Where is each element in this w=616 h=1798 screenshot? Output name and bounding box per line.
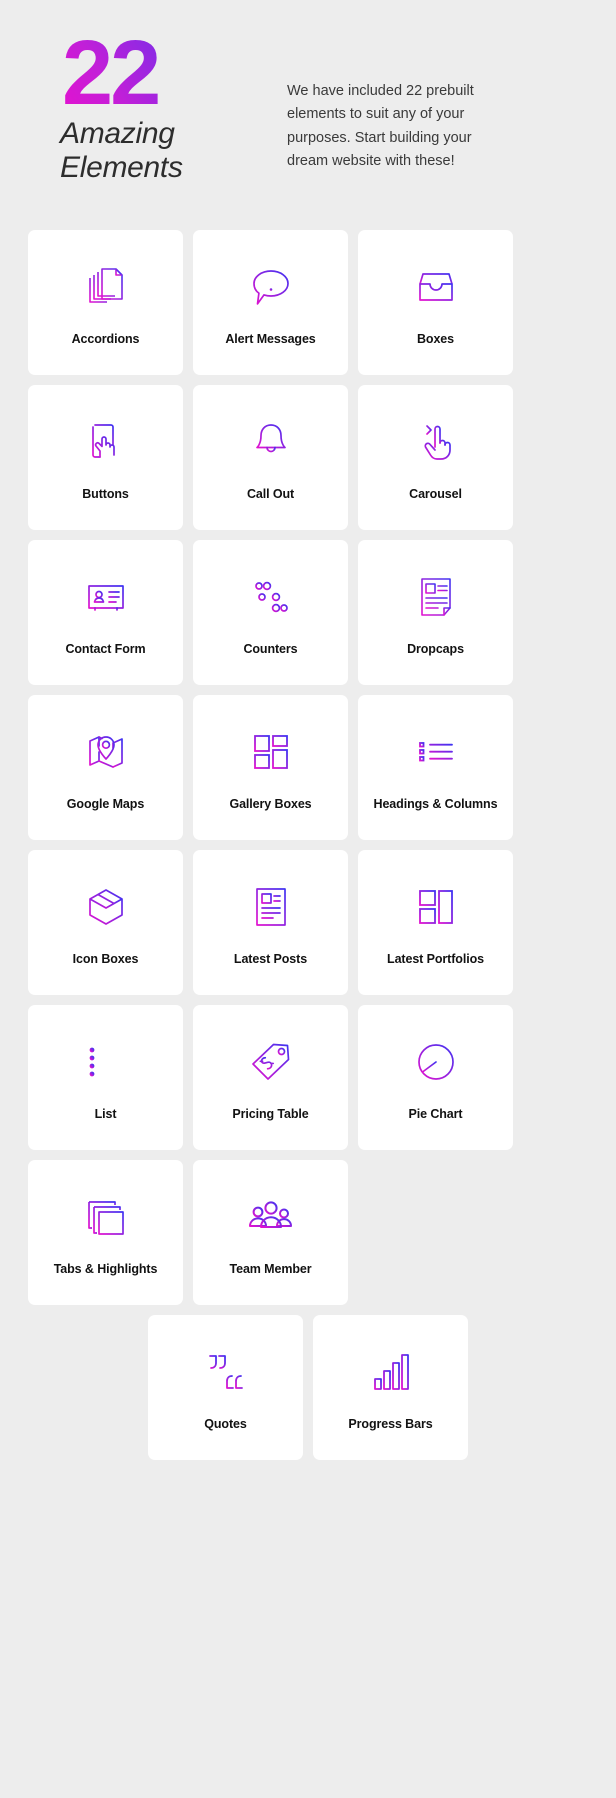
layout-blocks-icon [409,880,463,934]
element-card-label: Call Out [246,486,295,501]
element-card-call-out[interactable]: Call Out [193,385,348,530]
hero-left-column: 22 Amazing Elements [60,27,235,185]
stacked-squares-icon [79,1190,133,1244]
element-card-label: Latest Posts [233,951,308,966]
sliders-icon [244,570,298,624]
page-title: 22 [60,27,235,120]
phone-tap-hand-icon [79,415,133,469]
element-card-label: Boxes [416,331,455,346]
grid-blocks-icon [244,725,298,779]
bullet-list-icon [79,1035,133,1089]
hero-right-column: We have included 22 prebuilt elements to… [235,30,588,174]
element-card-label: Pie Chart [408,1106,463,1121]
document-letter-a-icon [409,570,463,624]
element-card-boxes[interactable]: Boxes [358,230,513,375]
page-root: 22 Amazing Elements We have included 22 … [0,0,616,1798]
element-card-label: Gallery Boxes [229,796,312,811]
cube-box-icon [79,880,133,934]
article-thumbnail-icon [244,880,298,934]
element-card-alert-messages[interactable]: Alert Messages [193,230,348,375]
bell-icon [244,415,298,469]
quotation-marks-icon [199,1345,253,1399]
elements-grid: Accordions Alert Messages Boxes Buttons … [0,230,616,1305]
bullet-lines-icon [409,725,463,779]
element-card-headings-columns[interactable]: Headings & Columns [358,695,513,840]
speech-bubble-exclamation-icon [244,260,298,314]
element-card-label: Counters [243,641,298,656]
swipe-hand-arrow-icon [409,415,463,469]
element-card-progress-bars[interactable]: Progress Bars [313,1315,468,1460]
hero-header: 22 Amazing Elements We have included 22 … [0,0,616,230]
element-card-label: Contact Form [65,641,146,656]
element-card-latest-posts[interactable]: Latest Posts [193,850,348,995]
stacked-documents-icon [79,260,133,314]
element-card-counters[interactable]: Counters [193,540,348,685]
element-card-quotes[interactable]: Quotes [148,1315,303,1460]
elements-grid-last-row: Quotes Progress Bars [0,1305,616,1460]
element-card-list[interactable]: List [28,1005,183,1150]
element-card-pie-chart[interactable]: Pie Chart [358,1005,513,1150]
folded-map-pin-icon [79,725,133,779]
people-group-icon [244,1190,298,1244]
element-card-dropcaps[interactable]: Dropcaps [358,540,513,685]
open-tray-box-icon [409,260,463,314]
element-card-label: Buttons [82,486,129,501]
element-card-label: Dropcaps [407,641,464,656]
element-card-contact-form[interactable]: Contact Form [28,540,183,685]
pie-chart-icon [409,1035,463,1089]
element-card-label: Icon Boxes [72,951,139,966]
element-card-tabs-highlights[interactable]: Tabs & Highlights [28,1160,183,1305]
element-card-label: Alert Messages [225,331,316,346]
element-card-label: Accordions [71,331,140,346]
hero-description: We have included 22 prebuilt elements to… [287,83,474,170]
bar-chart-icon [364,1345,418,1399]
element-card-pricing-table[interactable]: Pricing Table [193,1005,348,1150]
id-card-person-icon [79,570,133,624]
element-card-label: Progress Bars [348,1416,433,1431]
element-card-label: Carousel [409,486,462,501]
element-card-google-maps[interactable]: Google Maps [28,695,183,840]
element-card-label: Tabs & Highlights [53,1261,158,1276]
element-card-accordions[interactable]: Accordions [28,230,183,375]
element-card-carousel[interactable]: Carousel [358,385,513,530]
element-card-gallery-boxes[interactable]: Gallery Boxes [193,695,348,840]
element-card-label: List [94,1106,117,1121]
price-tag-icon [244,1035,298,1089]
element-card-label: Google Maps [66,796,145,811]
element-card-latest-portfolios[interactable]: Latest Portfolios [358,850,513,995]
element-card-label: Team Member [229,1261,312,1276]
element-card-label: Pricing Table [232,1106,309,1121]
hero-subtitle: Amazing Elements [60,117,183,185]
element-card-label: Latest Portfolios [387,951,484,966]
element-card-team-member[interactable]: Team Member [193,1160,348,1305]
element-card-icon-boxes[interactable]: Icon Boxes [28,850,183,995]
element-card-label: Quotes [204,1416,247,1431]
element-card-buttons[interactable]: Buttons [28,385,183,530]
element-card-label: Headings & Columns [373,796,498,811]
